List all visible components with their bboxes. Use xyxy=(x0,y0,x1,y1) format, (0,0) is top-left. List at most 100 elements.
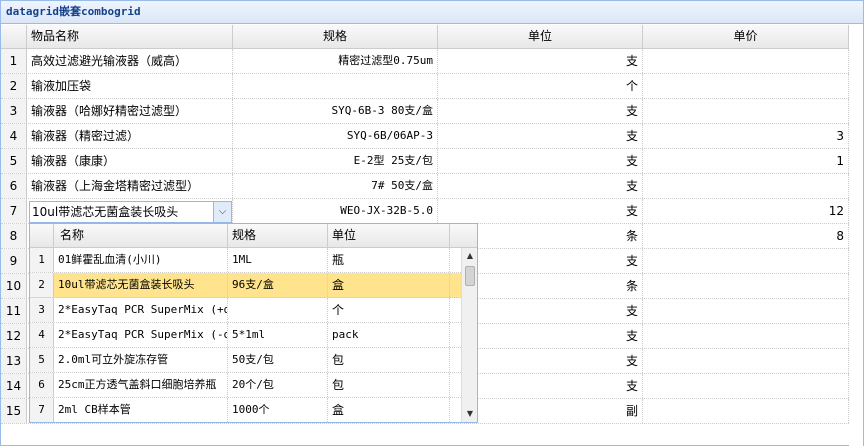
combogrid-cell-spec[interactable] xyxy=(228,298,328,322)
cell-name[interactable]: 输液器（上海金塔精密过滤型） xyxy=(27,174,233,198)
combogrid-cell-name[interactable]: 2*EasyTaq PCR SuperMix (+dye xyxy=(54,298,228,322)
combogrid-cell-spec[interactable]: 96支/盒 xyxy=(228,273,328,297)
combogrid-cell-spec[interactable]: 5*1ml xyxy=(228,323,328,347)
combogrid-cell-spec[interactable]: 20个/包 xyxy=(228,373,328,397)
row-number: 2 xyxy=(1,74,27,98)
combogrid-row[interactable]: 4 2*EasyTaq PCR SuperMix (-dye 5*1ml pack xyxy=(30,323,477,348)
cell-name[interactable]: 输液加压袋 xyxy=(27,74,233,98)
cell-price[interactable]: 3 xyxy=(643,124,849,148)
cell-unit[interactable]: 支 xyxy=(438,49,643,73)
combogrid-row[interactable]: 7 2ml CB样本管 1000个盒 xyxy=(30,398,477,422)
combogrid-row[interactable]: 5 2.0ml可立外旋冻存管 50支/包包 xyxy=(30,348,477,373)
cell-unit[interactable]: 支 xyxy=(438,124,643,148)
table-row[interactable]: 1 高效过滤避光输液器（威高） 精密过滤型0.75um 支 xyxy=(1,49,849,74)
combogrid-row[interactable]: 1 01鲜霍乱血清(小川) 1ML 瓶 xyxy=(30,248,477,273)
cell-spec[interactable]: SYQ-6B/06AP-3 xyxy=(233,124,438,148)
table-row[interactable]: 4 输液器（精密过滤） SYQ-6B/06AP-3 支 3 xyxy=(1,124,849,149)
row-number: 12 xyxy=(1,324,27,348)
cell-price[interactable] xyxy=(643,399,849,423)
cell-unit[interactable]: 支 xyxy=(438,99,643,123)
cell-spec[interactable]: 精密过滤型0.75um xyxy=(233,49,438,73)
combogrid-cell-unit[interactable]: 盒 xyxy=(328,273,450,297)
table-row[interactable]: 3 输液器（哈娜好精密过滤型） SYQ-6B-3 80支/盒支 xyxy=(1,99,849,124)
cell-unit[interactable]: 个 xyxy=(438,74,643,98)
combogrid-row[interactable]: 6 25cm正方透气盖斜口细胞培养瓶 20个/包包 xyxy=(30,373,477,398)
panel-title: datagrid嵌套combogrid xyxy=(1,1,863,24)
combogrid-cell-unit[interactable]: 瓶 xyxy=(328,248,450,272)
combogrid-cell-unit[interactable]: pack xyxy=(328,323,450,347)
combogrid-row-number: 6 xyxy=(30,373,54,397)
combogrid-cell-name[interactable]: 25cm正方透气盖斜口细胞培养瓶 xyxy=(54,373,228,397)
grid-header: 物品名称 规格 单位 单价 xyxy=(1,25,849,49)
cell-price[interactable] xyxy=(643,99,849,123)
table-row[interactable]: 2 输液加压袋 个 xyxy=(1,74,849,99)
row-number: 3 xyxy=(1,99,27,123)
cell-spec[interactable] xyxy=(233,74,438,98)
row-number: 9 xyxy=(1,249,27,273)
row-number: 11 xyxy=(1,299,27,323)
cell-price[interactable] xyxy=(643,349,849,373)
cell-price[interactable] xyxy=(643,374,849,398)
cell-price[interactable] xyxy=(643,49,849,73)
combo-dropdown-arrow-icon[interactable]: ⌵ xyxy=(213,202,231,222)
combogrid-cell-name[interactable]: 2.0ml可立外旋冻存管 xyxy=(54,348,228,372)
combogrid-cell-unit[interactable]: 包 xyxy=(328,373,450,397)
combogrid-cell-spec[interactable]: 50支/包 xyxy=(228,348,328,372)
cell-price[interactable] xyxy=(643,74,849,98)
combogrid-input[interactable]: 10ul带滤芯无菌盒装长吸头 xyxy=(32,202,178,222)
combogrid-header-spec[interactable]: 规格 xyxy=(228,224,328,248)
cell-name[interactable]: 输液器（康康） xyxy=(27,149,233,173)
combogrid-cell-name[interactable]: 2*EasyTaq PCR SuperMix (-dye xyxy=(54,323,228,347)
combogrid-cell-unit[interactable]: 盒 xyxy=(328,398,450,422)
scroll-down-icon[interactable]: ▼ xyxy=(462,406,477,422)
cell-spec[interactable]: SYQ-6B-3 80支/盒 xyxy=(233,99,438,123)
scroll-up-icon[interactable]: ▲ xyxy=(462,248,477,264)
column-header-name[interactable]: 物品名称 xyxy=(27,25,233,49)
cell-price[interactable]: 1 xyxy=(643,149,849,173)
scrollbar-thumb[interactable] xyxy=(465,266,475,286)
column-header-unit[interactable]: 单位 xyxy=(438,25,643,49)
cell-price[interactable] xyxy=(643,174,849,198)
name-combogrid-editor[interactable]: 10ul带滤芯无菌盒装长吸头 ⌵ xyxy=(29,201,232,223)
combogrid-scrollbar[interactable]: ▲ ▼ xyxy=(461,248,477,422)
combogrid-row-number-header xyxy=(30,224,54,248)
cell-price[interactable]: 12 xyxy=(643,199,849,223)
row-number-header xyxy=(1,25,27,49)
cell-spec[interactable]: E-2型 25支/包 xyxy=(233,149,438,173)
combogrid-cell-unit[interactable]: 个 xyxy=(328,298,450,322)
cell-name[interactable]: 高效过滤避光输液器（威高） xyxy=(27,49,233,73)
cell-price[interactable] xyxy=(643,324,849,348)
combogrid-cell-spec[interactable]: 1000个 xyxy=(228,398,328,422)
combogrid-row[interactable]: 2 10ul带滤芯无菌盒装长吸头 96支/盒盒 xyxy=(30,273,477,298)
combogrid-cell-name[interactable]: 2ml CB样本管 xyxy=(54,398,228,422)
cell-price[interactable] xyxy=(643,274,849,298)
table-row[interactable]: 6 输液器（上海金塔精密过滤型） 7# 50支/盒支 xyxy=(1,174,849,199)
row-number: 6 xyxy=(1,174,27,198)
cell-unit[interactable]: 支 xyxy=(438,174,643,198)
column-header-price[interactable]: 单价 xyxy=(643,25,849,49)
combogrid-cell-name[interactable]: 10ul带滤芯无菌盒装长吸头 xyxy=(54,273,228,297)
main-grid-scrollbar[interactable] xyxy=(849,25,863,447)
table-row[interactable]: 5 输液器（康康） E-2型 25支/包支 1 xyxy=(1,149,849,174)
combogrid-header-name[interactable]: 名称 xyxy=(54,224,228,248)
combogrid-cell-name[interactable]: 01鲜霍乱血清(小川) xyxy=(54,248,228,272)
row-number: 10 xyxy=(1,274,27,298)
cell-unit[interactable]: 支 xyxy=(438,149,643,173)
cell-spec[interactable]: WEO-JX-32B-5.0 xyxy=(233,199,438,223)
combogrid-cell-unit[interactable]: 包 xyxy=(328,348,450,372)
combogrid-row-number: 4 xyxy=(30,323,54,347)
combogrid-header-unit[interactable]: 单位 xyxy=(328,224,450,248)
cell-name[interactable]: 输液器（哈娜好精密过滤型） xyxy=(27,99,233,123)
cell-unit[interactable]: 支 xyxy=(438,199,643,223)
combogrid-row[interactable]: 3 2*EasyTaq PCR SuperMix (+dye 个 xyxy=(30,298,477,323)
cell-price[interactable]: 8 xyxy=(643,224,849,248)
cell-name[interactable]: 输液器（精密过滤） xyxy=(27,124,233,148)
column-header-spec[interactable]: 规格 xyxy=(233,25,438,49)
row-number: 5 xyxy=(1,149,27,173)
combogrid-cell-spec[interactable]: 1ML xyxy=(228,248,328,272)
row-number: 1 xyxy=(1,49,27,73)
combogrid-row-number: 5 xyxy=(30,348,54,372)
cell-spec[interactable]: 7# 50支/盒 xyxy=(233,174,438,198)
cell-price[interactable] xyxy=(643,299,849,323)
cell-price[interactable] xyxy=(643,249,849,273)
